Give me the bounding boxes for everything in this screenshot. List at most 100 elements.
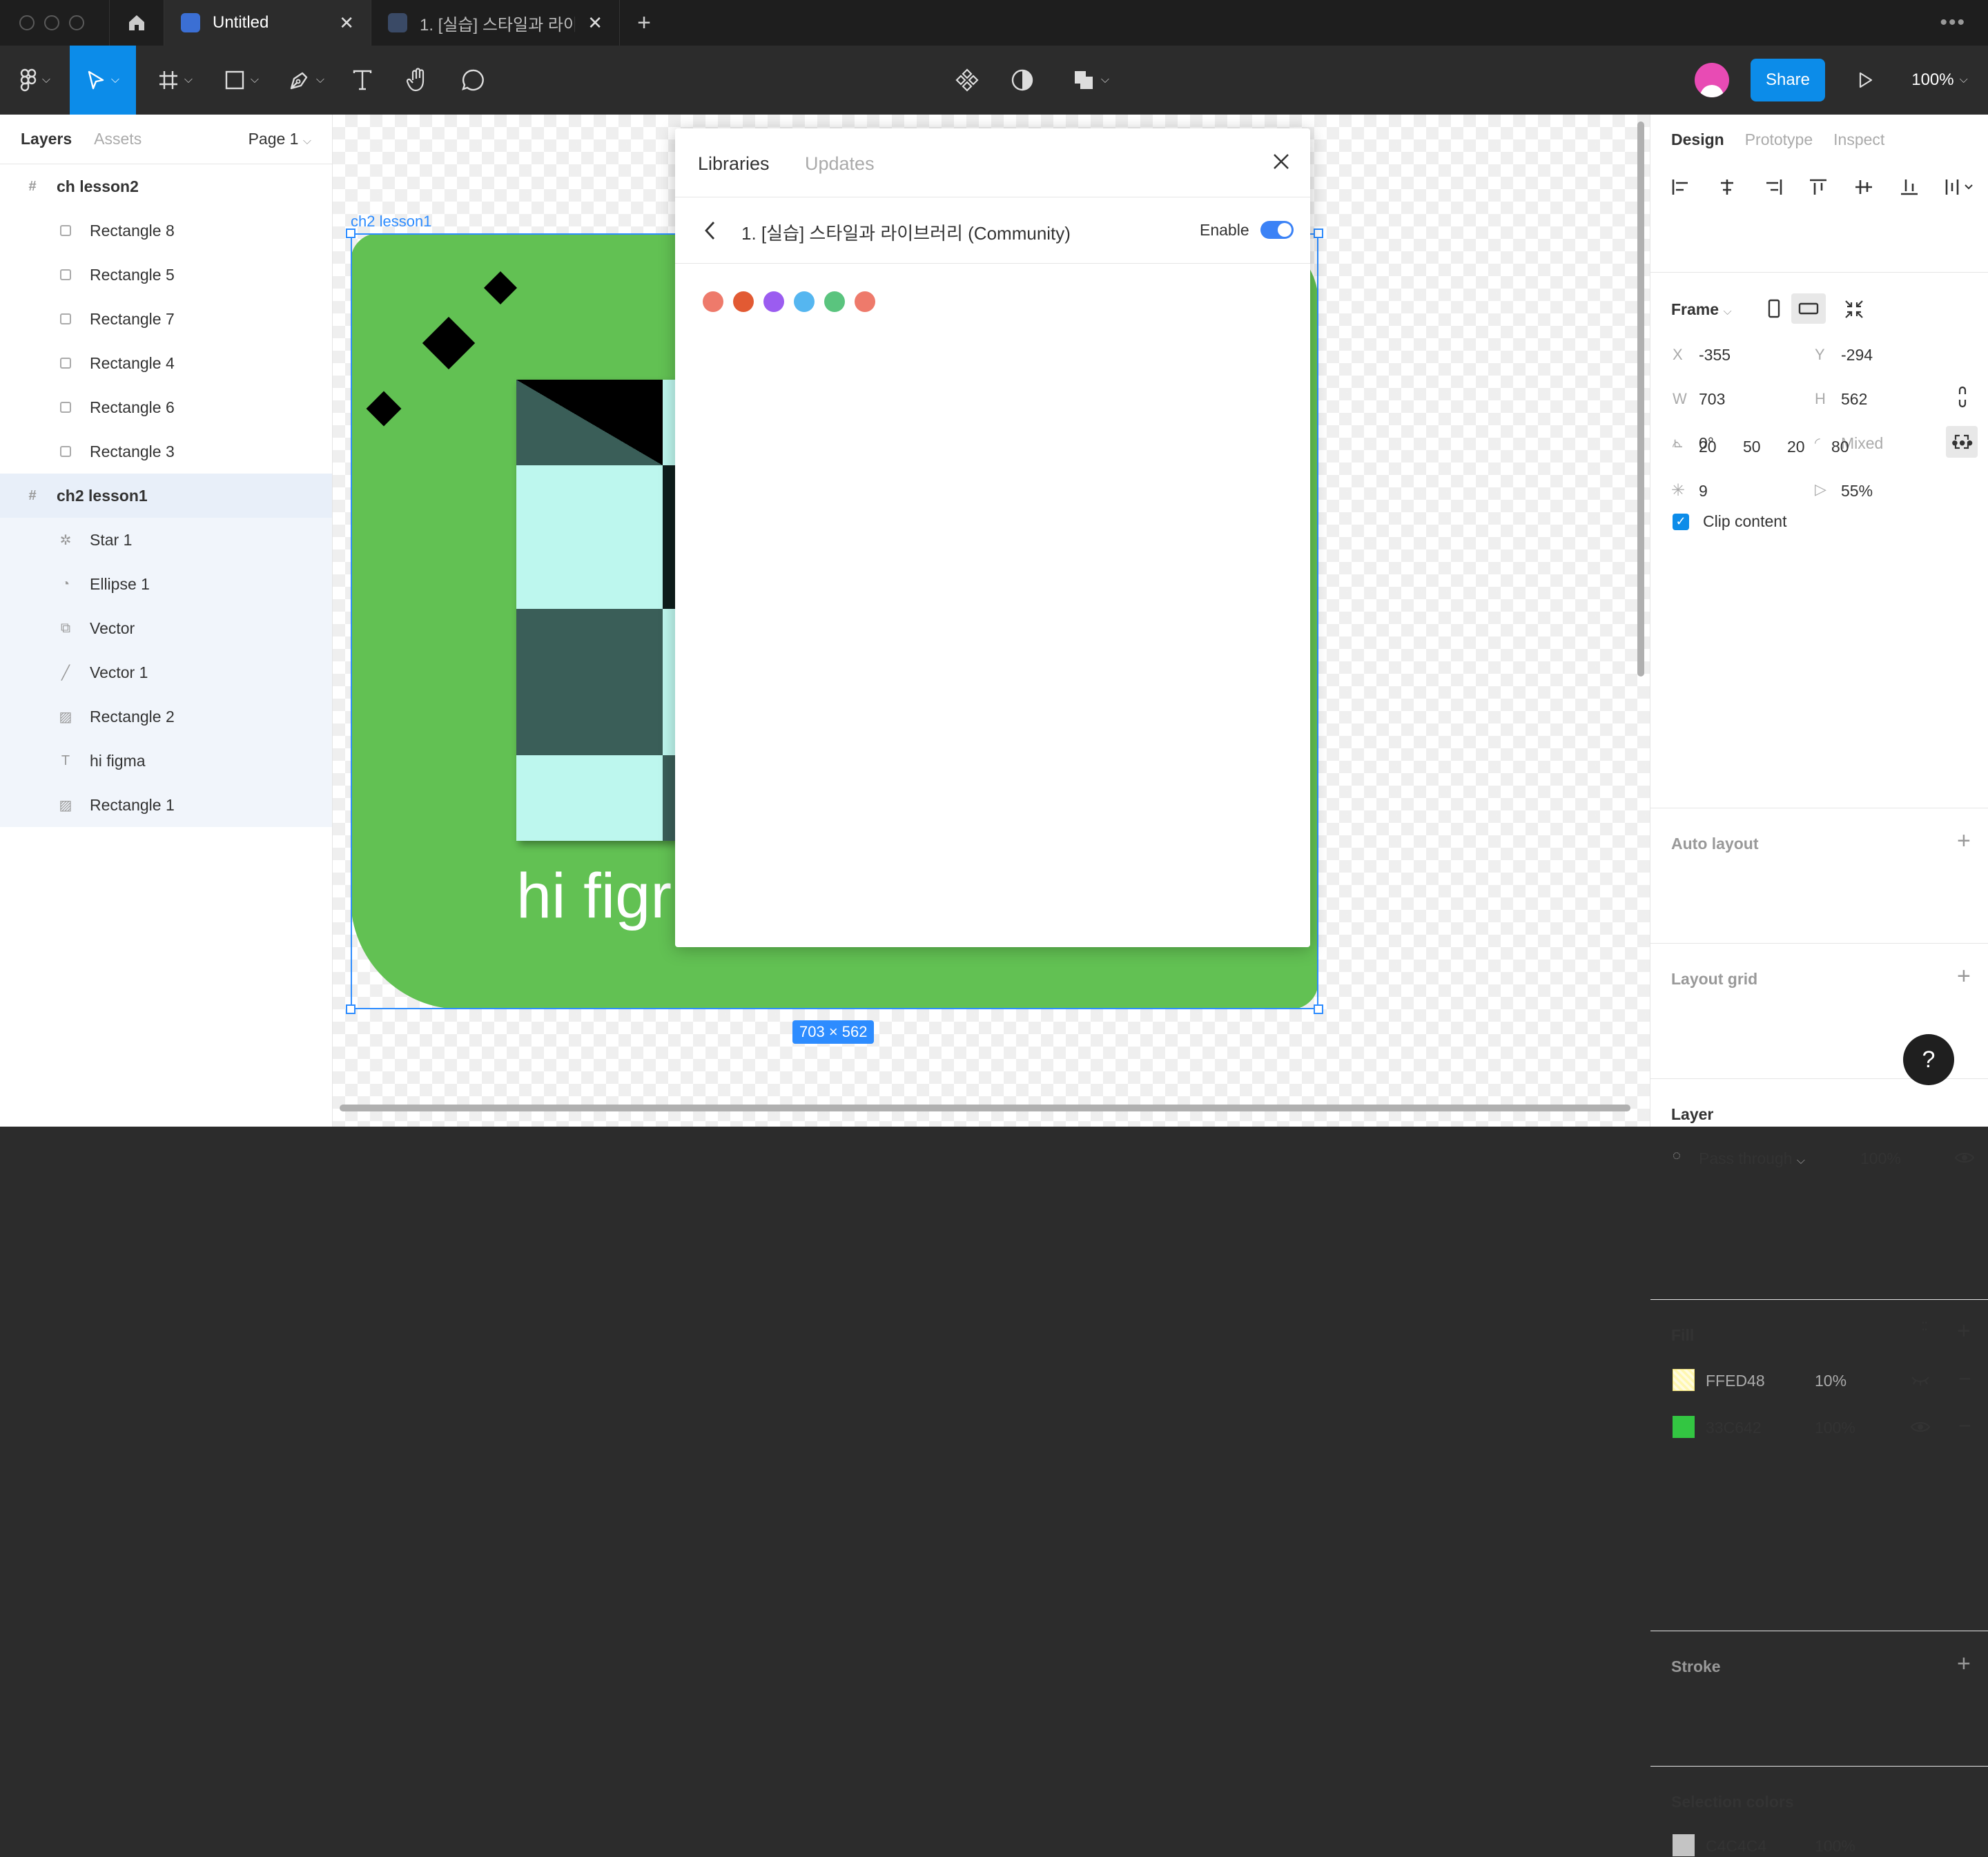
- styles-icon[interactable]: ::: [1921, 1318, 1928, 1333]
- layer-item[interactable]: Rectangle 4: [0, 341, 332, 385]
- horizontal-scrollbar[interactable]: [340, 1105, 1630, 1111]
- layer-frame-ch-lesson2[interactable]: # ch lesson2: [0, 164, 332, 208]
- resize-handle[interactable]: [346, 229, 355, 238]
- more-options-icon[interactable]: •••: [1951, 432, 1974, 454]
- distribute-icon[interactable]: [1945, 178, 1975, 196]
- resize-to-fit-icon[interactable]: [1844, 299, 1864, 320]
- close-tab-icon[interactable]: ✕: [587, 12, 603, 34]
- color-style-swatch[interactable]: [703, 291, 723, 312]
- layer-item[interactable]: ◔ Ellipse 1: [0, 562, 332, 606]
- more-icon[interactable]: •••: [1940, 0, 1988, 46]
- fill-swatch[interactable]: [1673, 1369, 1695, 1391]
- hand-tool-button[interactable]: [400, 46, 435, 115]
- color-style-swatch[interactable]: [855, 291, 875, 312]
- rectangle-shape[interactable]: [366, 391, 402, 427]
- remove-fill-icon[interactable]: −: [1958, 1366, 1971, 1392]
- comment-tool-button[interactable]: [456, 46, 490, 115]
- tab-inspect[interactable]: Inspect: [1833, 130, 1884, 149]
- rectangle-shape[interactable]: [422, 316, 476, 370]
- x-input[interactable]: -355: [1699, 346, 1731, 364]
- text-tool-button[interactable]: [345, 46, 380, 115]
- color-style-swatch[interactable]: [824, 291, 845, 312]
- frame-text[interactable]: hi figr: [516, 860, 672, 933]
- clip-content-checkbox[interactable]: ✓: [1673, 513, 1689, 530]
- fill-opacity-input[interactable]: 100%: [1815, 1419, 1855, 1437]
- main-menu-button[interactable]: ⌵: [11, 46, 59, 115]
- fill-swatch[interactable]: [1673, 1416, 1695, 1438]
- align-top-icon[interactable]: [1808, 178, 1829, 196]
- star-count-input[interactable]: 9: [1699, 482, 1708, 500]
- avatar[interactable]: [1693, 46, 1731, 115]
- selection-color-swatch[interactable]: [1673, 1834, 1695, 1856]
- constrain-proportions-icon[interactable]: [1957, 386, 1968, 408]
- layer-item[interactable]: Rectangle 3: [0, 429, 332, 474]
- frame-label[interactable]: ch2 lesson1: [351, 213, 431, 231]
- eye-icon[interactable]: [1954, 1151, 1975, 1165]
- layer-item[interactable]: ✲ Star 1: [0, 518, 332, 562]
- layer-item[interactable]: ⧉ Vector: [0, 606, 332, 650]
- remove-fill-icon[interactable]: −: [1958, 1413, 1971, 1439]
- present-button[interactable]: [1850, 46, 1882, 115]
- frame-tool-button[interactable]: ⌵: [148, 46, 203, 115]
- shape-tool-button[interactable]: ⌵: [214, 46, 269, 115]
- layer-item[interactable]: ╱ Vector 1: [0, 650, 332, 694]
- layer-item[interactable]: Thi figma: [0, 739, 332, 783]
- star-ratio-input[interactable]: 55%: [1841, 482, 1873, 500]
- components-button[interactable]: [950, 46, 984, 115]
- color-style-swatch[interactable]: [763, 291, 784, 312]
- mask-button[interactable]: [1005, 46, 1040, 115]
- fill-hex-input[interactable]: FFED48: [1706, 1372, 1765, 1390]
- add-stroke-icon[interactable]: +: [1957, 1651, 1971, 1678]
- landscape-button[interactable]: [1791, 293, 1826, 324]
- tab-libraries[interactable]: Libraries: [698, 153, 770, 175]
- pen-tool-button[interactable]: ⌵: [279, 46, 334, 115]
- w-input[interactable]: 703: [1699, 390, 1725, 409]
- h-input[interactable]: 562: [1841, 390, 1867, 409]
- eye-icon[interactable]: [1910, 1420, 1931, 1434]
- tab-prototype[interactable]: Prototype: [1745, 130, 1813, 149]
- radius-bottom-right-input[interactable]: 20: [1787, 438, 1805, 456]
- eye-hidden-icon[interactable]: [1910, 1374, 1931, 1387]
- frame-type-dropdown[interactable]: Frame ⌵: [1671, 300, 1732, 319]
- help-button[interactable]: ?: [1903, 1034, 1954, 1085]
- close-tab-icon[interactable]: ✕: [339, 12, 354, 34]
- enable-toggle[interactable]: [1260, 221, 1294, 239]
- align-bottom-icon[interactable]: [1899, 178, 1920, 196]
- layer-item[interactable]: ▨ Rectangle 1: [0, 783, 332, 827]
- layer-opacity-input[interactable]: 100%: [1860, 1149, 1901, 1168]
- close-icon[interactable]: [1271, 152, 1291, 171]
- layer-item[interactable]: Rectangle 7: [0, 297, 332, 341]
- color-style-swatch[interactable]: [794, 291, 815, 312]
- fill-opacity-input[interactable]: 10%: [1815, 1372, 1846, 1390]
- zoom-dropdown[interactable]: 100% ⌵: [1905, 46, 1974, 115]
- layer-item[interactable]: Rectangle 5: [0, 253, 332, 297]
- align-right-icon[interactable]: [1762, 178, 1783, 196]
- add-auto-layout-icon[interactable]: +: [1957, 828, 1971, 855]
- resize-handle[interactable]: [346, 1004, 355, 1014]
- home-button[interactable]: [109, 0, 164, 46]
- layer-item[interactable]: ▨ Rectangle 2: [0, 694, 332, 739]
- radius-top-left-input[interactable]: 20: [1699, 438, 1717, 456]
- resize-handle[interactable]: [1314, 1004, 1323, 1014]
- zoom-window-button[interactable]: [69, 15, 84, 30]
- new-tab-button[interactable]: +: [620, 0, 668, 46]
- portrait-icon[interactable]: [1768, 299, 1780, 318]
- color-style-swatch[interactable]: [733, 291, 754, 312]
- vertical-scrollbar[interactable]: [1637, 121, 1644, 677]
- selection-color-opacity[interactable]: 100%: [1815, 1837, 1855, 1856]
- resize-handle[interactable]: [1314, 229, 1323, 238]
- align-center-horizontal-icon[interactable]: [1717, 178, 1737, 196]
- tab-library-file[interactable]: 1. [실습] 스타일과 라이브러리 (Communit... ✕: [371, 0, 620, 46]
- share-button[interactable]: Share: [1751, 59, 1825, 101]
- move-tool-button[interactable]: ⌵: [70, 46, 136, 115]
- page-selector[interactable]: Page 1 ⌵: [248, 130, 311, 148]
- tab-assets[interactable]: Assets: [94, 130, 142, 148]
- add-fill-icon[interactable]: +: [1957, 1318, 1971, 1345]
- tab-updates[interactable]: Updates: [805, 153, 875, 175]
- back-arrow-icon[interactable]: [703, 220, 718, 242]
- rectangle-image[interactable]: [516, 380, 682, 841]
- y-input[interactable]: -294: [1841, 346, 1873, 364]
- tab-design[interactable]: Design: [1671, 130, 1724, 149]
- rectangle-shape[interactable]: [483, 271, 518, 305]
- minimize-window-button[interactable]: [44, 15, 59, 30]
